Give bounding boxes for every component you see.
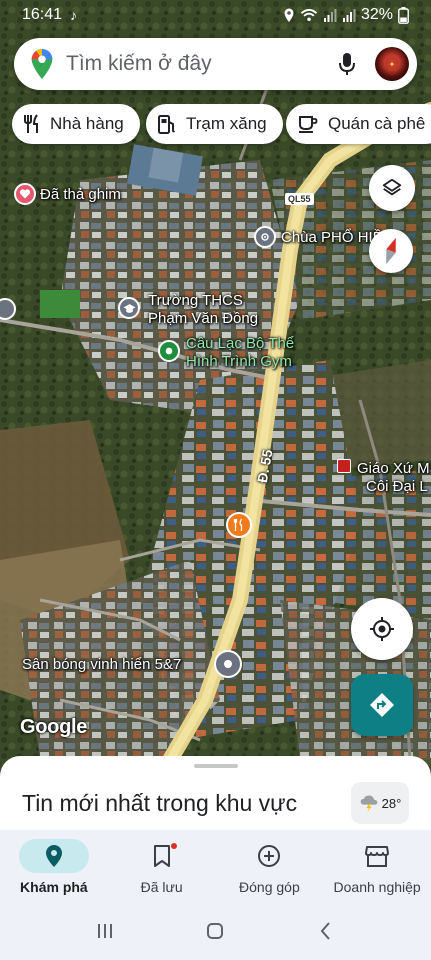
tab-saved[interactable]: Đã lưu bbox=[108, 830, 216, 902]
school-label-line1: Trường THCS bbox=[148, 292, 243, 309]
compass-icon bbox=[386, 237, 396, 265]
gym-label-line1: Câu Lạc Bộ Thể bbox=[186, 335, 295, 352]
bottom-navigation: Khám phá Đã lưu Đóng góp Doanh nghiệp bbox=[0, 830, 431, 902]
my-location-icon bbox=[370, 617, 394, 641]
add-circle-icon bbox=[258, 845, 281, 867]
parish-label-line2: Côi Đại L bbox=[366, 478, 428, 495]
signal-1-icon bbox=[323, 9, 337, 22]
stadium-pin-icon[interactable] bbox=[214, 650, 242, 678]
tiktok-notification-icon: ♪ bbox=[70, 7, 78, 23]
storefront-icon bbox=[365, 846, 390, 867]
chip-gas-stations-label: Trạm xăng bbox=[186, 114, 267, 133]
weather-chip[interactable]: 28° bbox=[351, 782, 409, 824]
back-icon[interactable] bbox=[316, 921, 336, 941]
directions-icon bbox=[370, 693, 394, 717]
sheet-drag-handle[interactable] bbox=[194, 764, 238, 768]
layers-button[interactable] bbox=[369, 165, 415, 211]
avatar[interactable]: ✦ bbox=[375, 47, 409, 81]
battery-percent: 32% bbox=[360, 6, 393, 23]
chip-restaurants-label: Nhà hàng bbox=[50, 114, 124, 133]
school-icon[interactable] bbox=[118, 297, 140, 319]
tab-business-label: Doanh nghiệp bbox=[333, 879, 421, 895]
status-time: 16:41 bbox=[22, 6, 63, 23]
gym-label-line2: Hình Trình Gym bbox=[186, 353, 292, 370]
location-icon bbox=[284, 8, 294, 22]
pinned-label: Đã thả ghim bbox=[40, 186, 121, 203]
recent-apps-icon[interactable] bbox=[95, 921, 115, 941]
pagoda-icon[interactable] bbox=[254, 226, 276, 248]
tab-contribute[interactable]: Đóng góp bbox=[216, 830, 324, 902]
search-input[interactable]: Tìm kiếm ở đây bbox=[66, 52, 333, 76]
google-logo: Google bbox=[20, 716, 88, 738]
restaurant-pin-icon[interactable] bbox=[226, 512, 252, 538]
chip-gas-stations[interactable]: Trạm xăng bbox=[146, 104, 283, 144]
signal-2-icon bbox=[342, 9, 356, 22]
bookmark-icon bbox=[153, 845, 170, 867]
search-bar[interactable]: Tìm kiếm ở đây ✦ bbox=[14, 38, 417, 90]
explore-pin-icon bbox=[45, 845, 62, 867]
tab-explore[interactable]: Khám phá bbox=[0, 830, 108, 902]
parish-label-line1: Giáo Xứ M bbox=[357, 460, 430, 477]
battery-icon bbox=[398, 6, 409, 24]
compass-button[interactable] bbox=[369, 229, 413, 273]
chip-coffee[interactable]: Quán cà phê bbox=[286, 104, 431, 144]
tab-contribute-label: Đóng góp bbox=[239, 879, 300, 895]
parish-marker-icon[interactable] bbox=[337, 459, 351, 473]
weather-temp: 28° bbox=[381, 795, 402, 811]
gym-icon[interactable] bbox=[158, 340, 180, 362]
restaurant-icon bbox=[24, 114, 38, 133]
explore-sheet[interactable]: Tin mới nhất trong khu vực 28° bbox=[0, 756, 431, 836]
sheet-title: Tin mới nhất trong khu vực bbox=[22, 790, 298, 816]
tab-saved-label: Đã lưu bbox=[140, 879, 183, 895]
tab-explore-label: Khám phá bbox=[20, 879, 88, 895]
stadium-label: Sân bóng vinh hiển 5&7 bbox=[22, 656, 182, 673]
home-icon[interactable] bbox=[205, 921, 225, 941]
coffee-icon bbox=[299, 116, 318, 133]
tab-business[interactable]: Doanh nghiệp bbox=[323, 830, 431, 902]
wifi-icon bbox=[300, 8, 318, 21]
my-location-button[interactable] bbox=[351, 598, 413, 660]
google-maps-pin-icon bbox=[31, 48, 53, 80]
school-label-line2: Phạm Văn Đồng bbox=[148, 310, 259, 327]
layers-icon bbox=[382, 178, 402, 196]
thunderstorm-icon bbox=[360, 795, 377, 813]
chip-coffee-label: Quán cà phê bbox=[328, 114, 426, 133]
microphone-icon[interactable] bbox=[333, 50, 361, 78]
pinned-heart-icon[interactable] bbox=[14, 183, 36, 205]
system-navigation-bar bbox=[0, 902, 431, 960]
saved-badge bbox=[170, 843, 177, 849]
directions-button[interactable] bbox=[351, 674, 413, 736]
gas-station-icon bbox=[158, 115, 176, 134]
chip-restaurants[interactable]: Nhà hàng bbox=[12, 104, 140, 144]
route-shield: QL55 bbox=[285, 193, 314, 205]
status-bar: 16:41 ♪ 32% bbox=[0, 0, 431, 30]
